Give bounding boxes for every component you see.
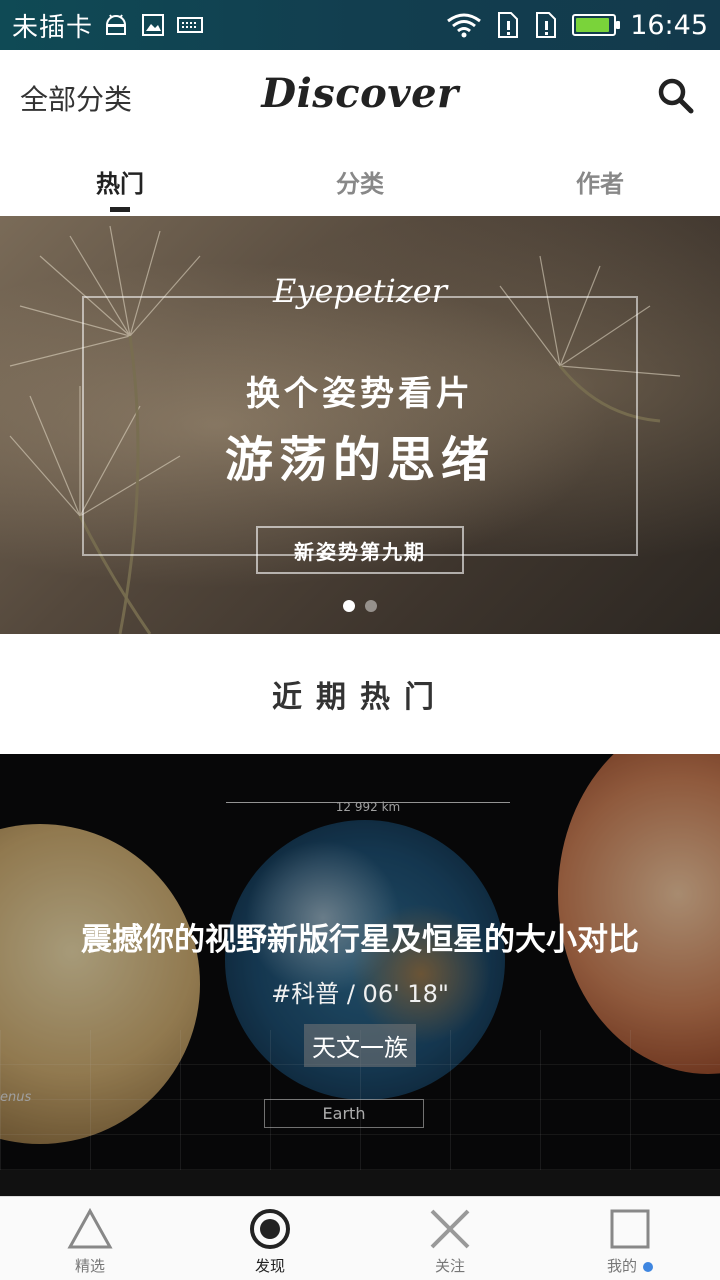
next-card-preview bbox=[0, 1170, 720, 1196]
nav-mine[interactable]: 我的 bbox=[540, 1197, 720, 1280]
android-icon bbox=[106, 14, 127, 35]
tab-category[interactable]: 分类 bbox=[240, 146, 480, 216]
nav-label: 关注 bbox=[434, 1257, 465, 1275]
triangle-icon bbox=[67, 1207, 113, 1249]
video-meta: #科普 / 06' 18" bbox=[271, 980, 449, 1008]
target-circle-icon bbox=[250, 1209, 290, 1249]
carousel-dot[interactable] bbox=[343, 600, 355, 612]
carrier-label: 未插卡 bbox=[12, 12, 94, 43]
wifi-icon bbox=[447, 13, 482, 38]
featured-banner[interactable]: Eyepetizer 换个姿势看片 游荡的思绪 新姿势第九期 bbox=[0, 216, 720, 634]
battery-level bbox=[576, 18, 609, 32]
tab-hot[interactable]: 热门 bbox=[0, 146, 240, 216]
clock: 16:45 bbox=[630, 9, 708, 41]
cross-icon bbox=[430, 1209, 470, 1249]
nav-label: 发现 bbox=[254, 1257, 285, 1275]
sim-alert-icon bbox=[536, 12, 557, 38]
page-title: Discover bbox=[261, 70, 459, 117]
sim-alert-icon bbox=[498, 12, 519, 38]
keyboard-icon bbox=[177, 17, 204, 33]
carousel-dot[interactable] bbox=[365, 600, 377, 612]
search-icon[interactable] bbox=[656, 76, 696, 116]
nav-featured[interactable]: 精选 bbox=[0, 1197, 180, 1280]
nav-discover[interactable]: 发现 bbox=[180, 1197, 360, 1280]
nav-label: 我的 bbox=[606, 1257, 637, 1275]
app-header: 全部分类 Discover bbox=[0, 50, 720, 146]
notification-dot bbox=[643, 1261, 653, 1272]
tab-author[interactable]: 作者 bbox=[480, 146, 720, 216]
banner-subtitle: 换个姿势看片 bbox=[246, 374, 474, 414]
video-card[interactable]: 12 992 km enus Earth 震撼你的视野新版行星及恒星的大小对比 … bbox=[0, 754, 720, 1170]
image-icon bbox=[142, 14, 165, 36]
nav-follow[interactable]: 关注 bbox=[360, 1197, 540, 1280]
battery-icon bbox=[572, 14, 621, 36]
video-title: 震撼你的视野新版行星及恒星的大小对比 bbox=[81, 922, 639, 958]
author-tag[interactable]: 天文一族 bbox=[304, 1024, 416, 1067]
square-icon bbox=[610, 1209, 650, 1249]
discover-tabs: 热门 分类 作者 bbox=[0, 146, 720, 216]
bottom-navigation: 精选 发现 关注 我的 bbox=[0, 1196, 720, 1280]
banner-title: 游荡的思绪 bbox=[224, 432, 495, 488]
section-title: 近期热门 bbox=[272, 680, 448, 715]
nav-label: 精选 bbox=[74, 1257, 105, 1275]
banner-issue-badge: 新姿势第九期 bbox=[256, 526, 464, 574]
brand-logo: Eyepetizer bbox=[273, 272, 447, 310]
carousel-indicator bbox=[0, 600, 720, 612]
status-bar: 未插卡 16:45 bbox=[0, 0, 720, 50]
